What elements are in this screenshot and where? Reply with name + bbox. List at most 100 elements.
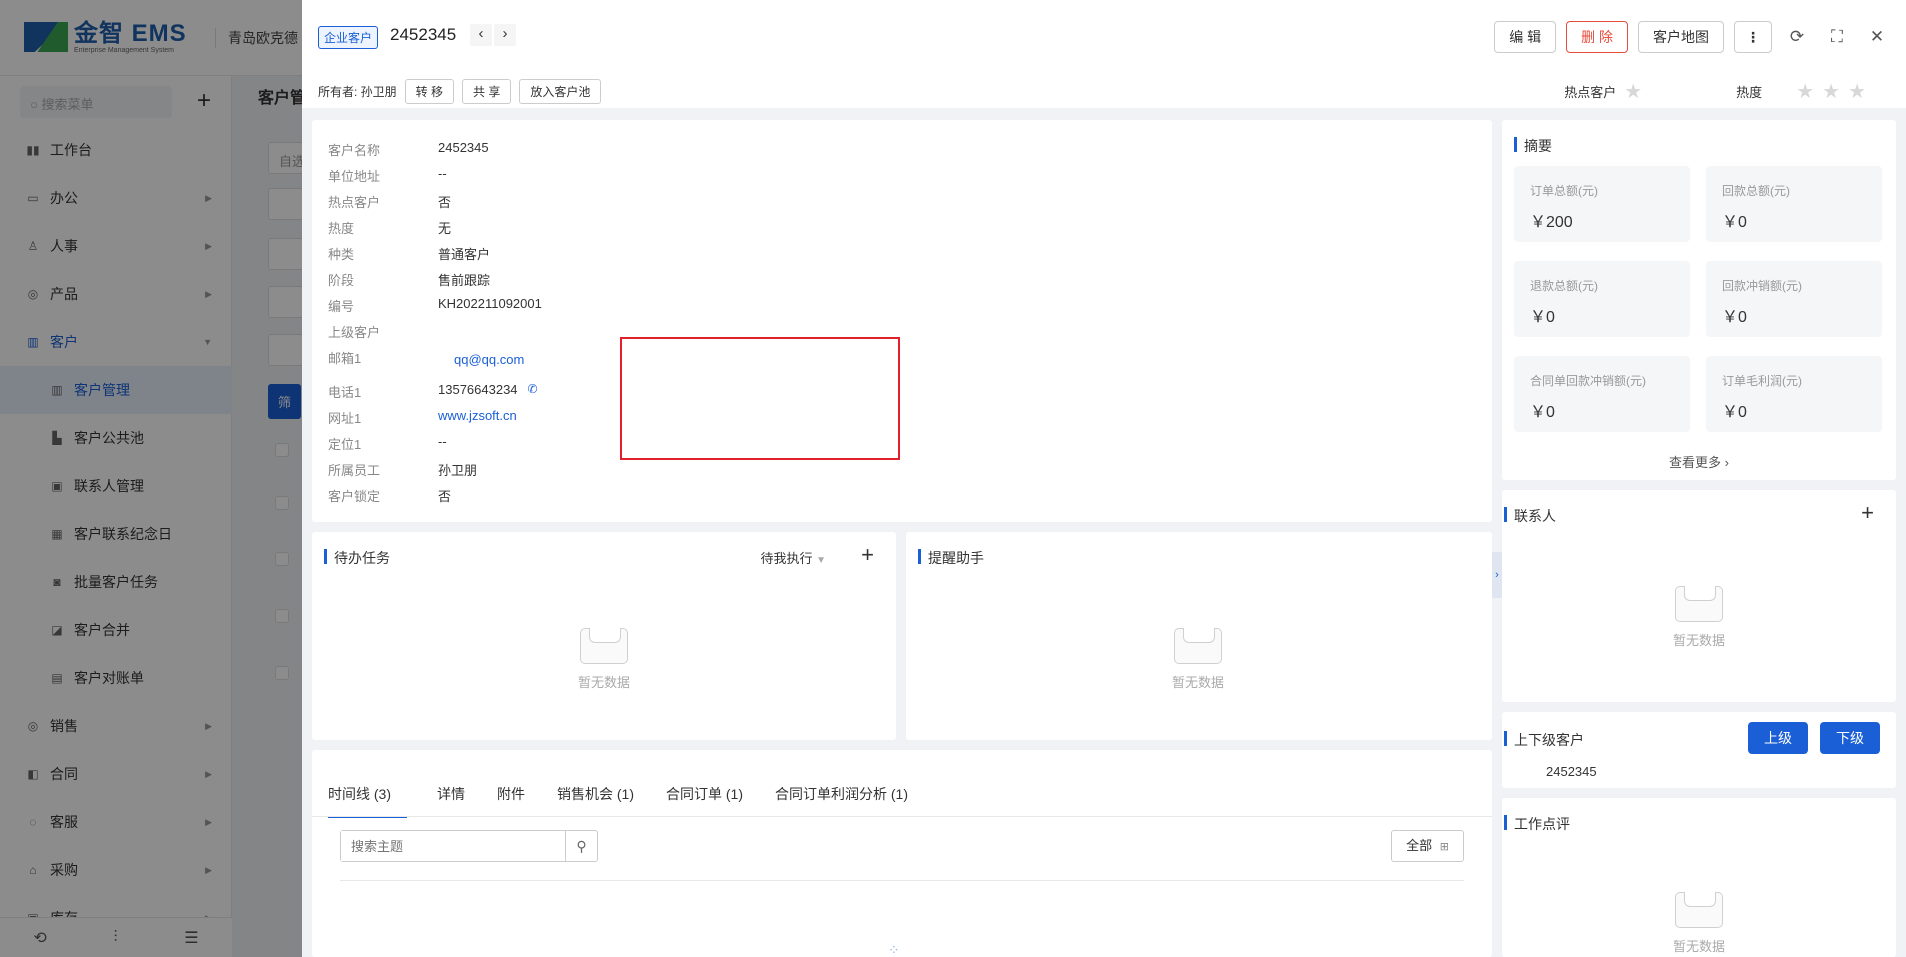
todo-title: 待办任务 [324,548,390,568]
field-value: 无 [438,221,452,236]
field-value: 孙卫朋 [438,463,478,478]
customer-info-card: 客户名称 2452345 单位地址 -- 热点客户否 热度无 种类 普通客户 阶段 售前… [312,120,1492,522]
field-label: 所属员工 [328,463,381,478]
parent-customer-button[interactable]: 上级 [1748,722,1808,754]
hot-customer-label: 热点客户 [1564,85,1617,100]
add-contact-icon[interactable]: + [1861,500,1874,526]
move-to-pool-button[interactable]: 放入客户池 [519,79,602,104]
stat-card: 回款冲销额(元) ￥0 [1706,261,1882,337]
website-link[interactable]: www.jzsoft.cn [438,408,517,427]
header-actions: 编 辑 删 除 客户地图 ⋮ ⟳ ⛶ ✕ [1494,21,1892,53]
info-row: 定位1 -- [328,434,447,453]
field-label: 客户名称 [328,143,381,158]
tab-profit-analysis[interactable]: 合同订单利润分析 (1) [759,770,924,818]
stat-value: ￥200 [1530,214,1573,231]
field-label: 定位1 [328,437,362,452]
empty-state: 暂无数据 [1639,892,1759,955]
info-row: 种类 普通客户 [328,244,490,263]
stat-card: 退款总额(元) ￥0 [1514,261,1690,337]
customer-title: 2452345 [390,25,457,44]
stat-value: ￥0 [1530,309,1555,326]
hierarchy-panel: 上下级客户 上级 下级 2452345 [1502,712,1896,788]
info-row: 电话1 13576643234 ✆ [328,382,538,401]
info-row: 热度 无 [328,218,451,237]
info-row: 阶段 售前跟踪 [328,270,490,289]
timeline-panel: 时间线 (3) 详情 附件 销售机会 (1) 合同订单 (1) 合同订单利润分析… [312,750,1492,957]
close-icon[interactable]: ✕ [1862,21,1892,53]
timeline-tabs: 时间线 (3) 详情 附件 销售机会 (1) 合同订单 (1) 合同订单利润分析… [328,770,924,818]
delete-button[interactable]: 删 除 [1566,21,1628,53]
info-row: 客户锁定 否 [328,486,451,505]
empty-state: 暂无数据 [1639,586,1759,649]
drawer-header: 企业客户 2452345 ‹ › 编 辑 删 除 客户地图 ⋮ ⟳ ⛶ ✕ 所有… [302,0,1906,108]
field-label: 邮箱1 [328,351,362,366]
timeline-search-input[interactable] [341,831,559,861]
timeline-divider [340,880,1464,881]
child-customer-button[interactable]: 下级 [1820,722,1880,754]
field-value: 2452345 [438,140,489,155]
field-label: 电话1 [328,385,362,400]
tab-timeline[interactable]: 时间线 (3) [328,770,407,818]
hot-star-icon[interactable]: ★ [1624,79,1642,104]
field-label: 热点客户 [328,195,381,210]
info-row: 客户名称 2452345 [328,140,489,159]
tab-contract-orders[interactable]: 合同订单 (1) [650,770,759,818]
field-label: 客户锁定 [328,489,381,504]
tabs-divider [312,816,1492,817]
record-nav: ‹ › [470,24,516,46]
field-value: -- [438,434,447,449]
todo-filter-select[interactable]: 待我执行 ▼ [760,548,826,567]
stat-label: 退款总额(元) [1530,279,1598,293]
chevron-right-icon: › [1724,455,1729,470]
refresh-icon[interactable]: ⟳ [1782,21,1812,53]
hierarchy-item[interactable]: 2452345 [1546,764,1597,779]
info-row: 所属员工 孙卫朋 [328,460,477,479]
highlight-box [620,337,900,460]
search-icon[interactable]: ⚲ [565,831,597,861]
tab-opportunities[interactable]: 销售机会 (1) [541,770,650,818]
next-record-icon[interactable]: › [494,24,516,46]
heat-star-icon[interactable]: ★ [1822,79,1840,104]
stat-label: 订单总额(元) [1530,184,1598,198]
field-value: 普通客户 [438,247,491,262]
customer-map-button[interactable]: 客户地图 [1638,21,1724,53]
collapse-panel-icon[interactable]: › [1492,552,1502,598]
stat-label: 合同单回款冲销额(元) [1530,374,1646,388]
fullscreen-icon[interactable]: ⛶ [1822,21,1852,53]
edit-button[interactable]: 编 辑 [1494,21,1557,53]
stat-value: ￥0 [1722,214,1747,231]
timeline-search: ⚲ [340,830,598,862]
empty-tray-icon [1675,892,1723,928]
tab-details[interactable]: 详情 [421,770,481,818]
heat-star-icon[interactable]: ★ [1848,79,1866,104]
more-actions-button[interactable]: ⋮ [1734,21,1772,53]
view-more-link[interactable]: 查看更多 › [1502,452,1896,471]
owner-label: 所有者: 孙卫朋 [318,85,397,99]
stat-label: 订单毛利润(元) [1722,374,1802,388]
review-title: 工作点评 [1504,814,1570,834]
add-todo-icon[interactable]: + [861,542,874,568]
hot-rating-row: 热点客户 ★ 热度 ★ ★ ★ [1564,79,1866,104]
heat-label: 热度 [1736,85,1763,100]
empty-text: 暂无数据 [1672,939,1725,954]
empty-tray-icon [580,628,628,664]
phone-icon[interactable]: ✆ [528,382,538,401]
prev-record-icon[interactable]: ‹ [470,24,492,46]
stat-value: ￥0 [1722,309,1747,326]
stat-label: 回款总额(元) [1722,184,1790,198]
empty-tray-icon [1174,628,1222,664]
stat-card: 合同单回款冲销额(元) ￥0 [1514,356,1690,432]
hierarchy-title: 上下级客户 [1504,730,1584,750]
tab-attachments[interactable]: 附件 [481,770,541,818]
stat-card: 订单毛利润(元) ￥0 [1706,356,1882,432]
share-button[interactable]: 共 享 [462,79,512,104]
email-link[interactable]: qq@qq.com [454,352,524,367]
empty-state: 暂无数据 [1138,628,1258,691]
heat-star-icon[interactable]: ★ [1796,79,1814,104]
field-label: 种类 [328,247,355,262]
transfer-button[interactable]: 转 移 [404,79,455,104]
info-row: 编号 KH202211092001 [328,296,542,315]
field-value: 售前跟踪 [438,273,491,288]
field-label: 网址1 [328,411,362,426]
timeline-filter-all[interactable]: 全部 ⊞ [1391,830,1464,862]
